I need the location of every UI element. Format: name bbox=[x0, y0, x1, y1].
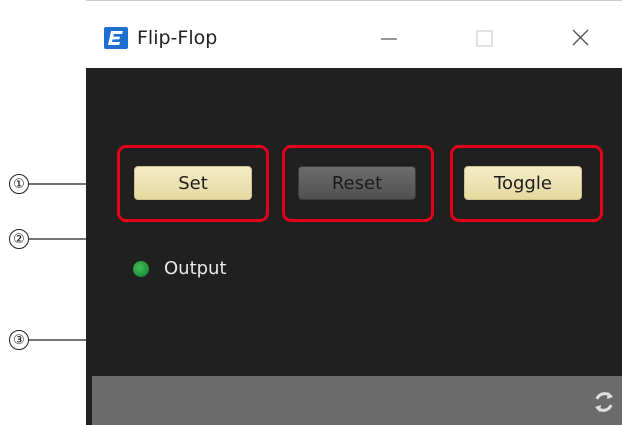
callout-leader-lines bbox=[29, 183, 530, 341]
callout-1: ① bbox=[9, 174, 29, 194]
callout-3: ③ bbox=[9, 330, 29, 350]
callout-2: ② bbox=[9, 229, 29, 249]
